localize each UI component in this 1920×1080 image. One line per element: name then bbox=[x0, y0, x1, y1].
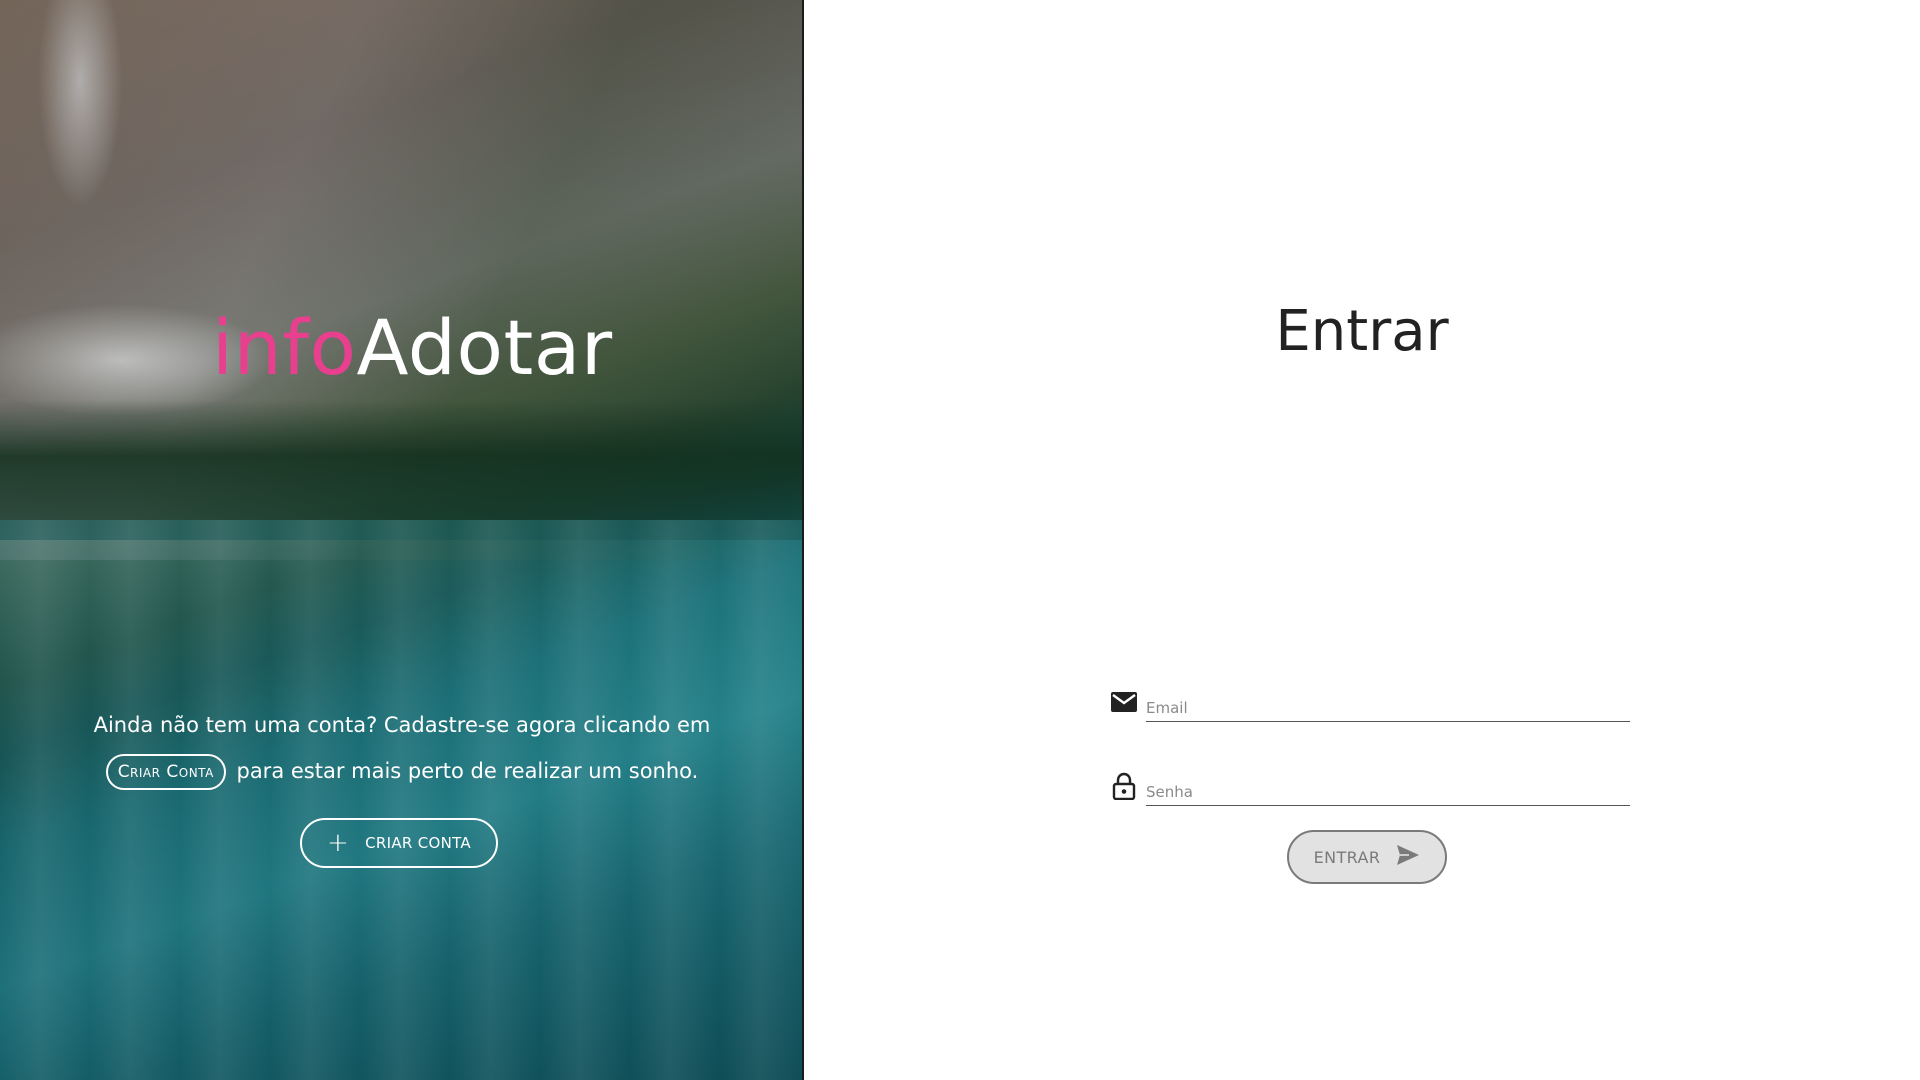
inline-create-account-link[interactable]: Criar Conta bbox=[105, 754, 226, 790]
brand-logo-part-adotar: Adotar bbox=[356, 303, 613, 392]
background-image-forest bbox=[0, 400, 804, 540]
create-account-button-label: CRIAR CONTA bbox=[365, 834, 471, 852]
lock-icon bbox=[1110, 772, 1138, 801]
email-input[interactable] bbox=[1146, 684, 1630, 722]
login-button[interactable]: ENTRAR bbox=[1287, 830, 1447, 884]
brand-logo-part-info: info bbox=[212, 303, 357, 392]
signup-prompt-tail: para estar mais perto de realizar um son… bbox=[236, 759, 699, 783]
login-panel: Entrar ENTRAR bbox=[804, 0, 1920, 1080]
signup-prompt: Ainda não tem uma conta? Cadastre-se ago… bbox=[0, 702, 804, 794]
password-input[interactable] bbox=[1146, 768, 1630, 806]
send-icon bbox=[1396, 844, 1420, 870]
signup-prompt-line-2: Criar Conta para estar mais perto de rea… bbox=[0, 748, 804, 794]
email-field bbox=[1110, 684, 1630, 724]
hero-panel: infoAdotar Ainda não tem uma conta? Cada… bbox=[0, 0, 804, 1080]
brand-logo: infoAdotar bbox=[212, 310, 613, 386]
login-button-label: ENTRAR bbox=[1313, 847, 1381, 867]
create-account-button[interactable]: + CRIAR CONTA bbox=[300, 818, 498, 868]
password-field bbox=[1110, 768, 1630, 808]
signup-prompt-line-1: Ainda não tem uma conta? Cadastre-se ago… bbox=[93, 713, 711, 737]
login-title: Entrar bbox=[1275, 299, 1449, 364]
mail-icon bbox=[1110, 688, 1138, 716]
background-image-lake bbox=[0, 520, 804, 1080]
plus-icon: + bbox=[327, 828, 350, 858]
